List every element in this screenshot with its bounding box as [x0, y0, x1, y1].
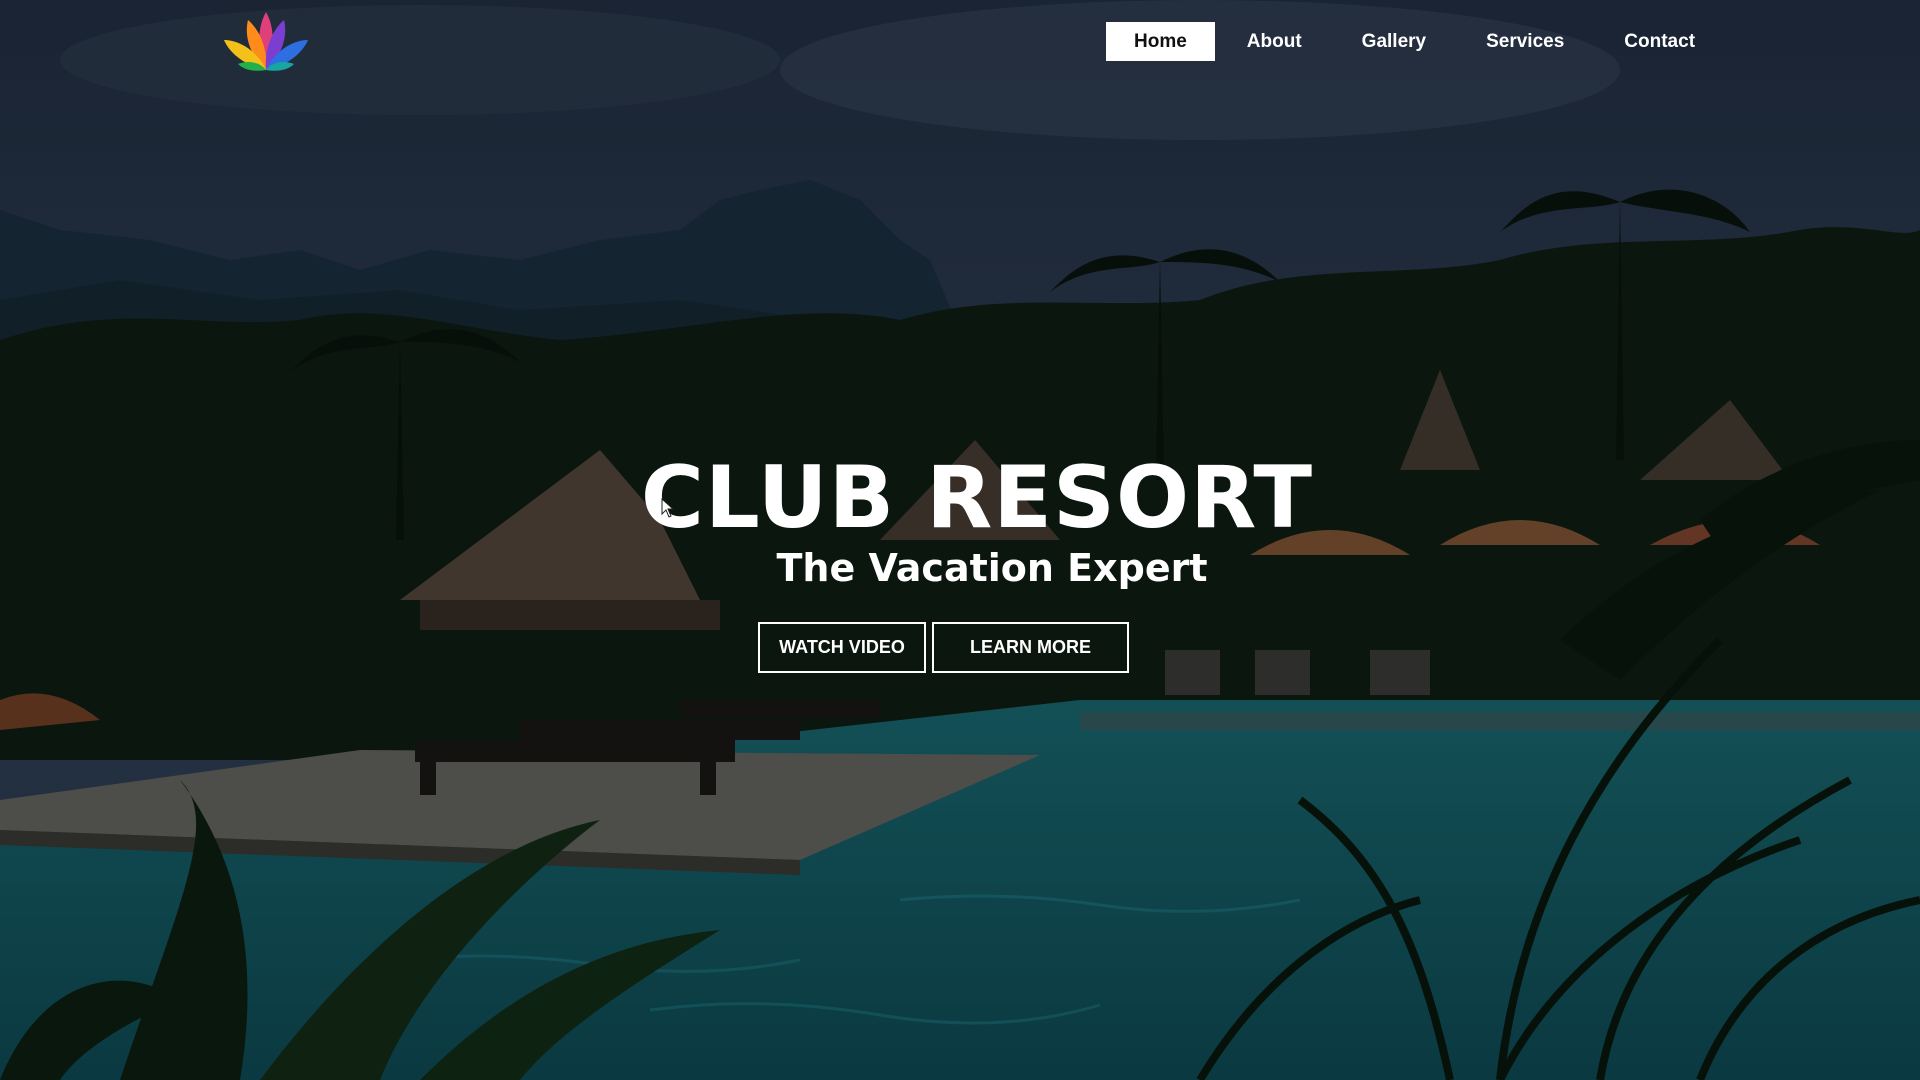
main-nav: Home About Gallery Services Contact [1106, 22, 1727, 61]
mouse-cursor-icon [661, 498, 675, 518]
nav-about[interactable]: About [1219, 22, 1330, 61]
nav-services[interactable]: Services [1458, 22, 1592, 61]
nav-home[interactable]: Home [1106, 22, 1215, 61]
multicolor-lotus-icon[interactable] [218, 8, 314, 74]
learn-more-button[interactable]: LEARN MORE [932, 622, 1129, 673]
nav-contact[interactable]: Contact [1596, 22, 1723, 61]
watch-video-button[interactable]: WATCH VIDEO [758, 622, 926, 673]
hero-title: CLUB RESORT [640, 448, 1314, 548]
hero-cta-group: WATCH VIDEO LEARN MORE [758, 622, 1129, 673]
hero-subtitle: The Vacation Expert [776, 546, 1208, 590]
nav-gallery[interactable]: Gallery [1334, 22, 1454, 61]
